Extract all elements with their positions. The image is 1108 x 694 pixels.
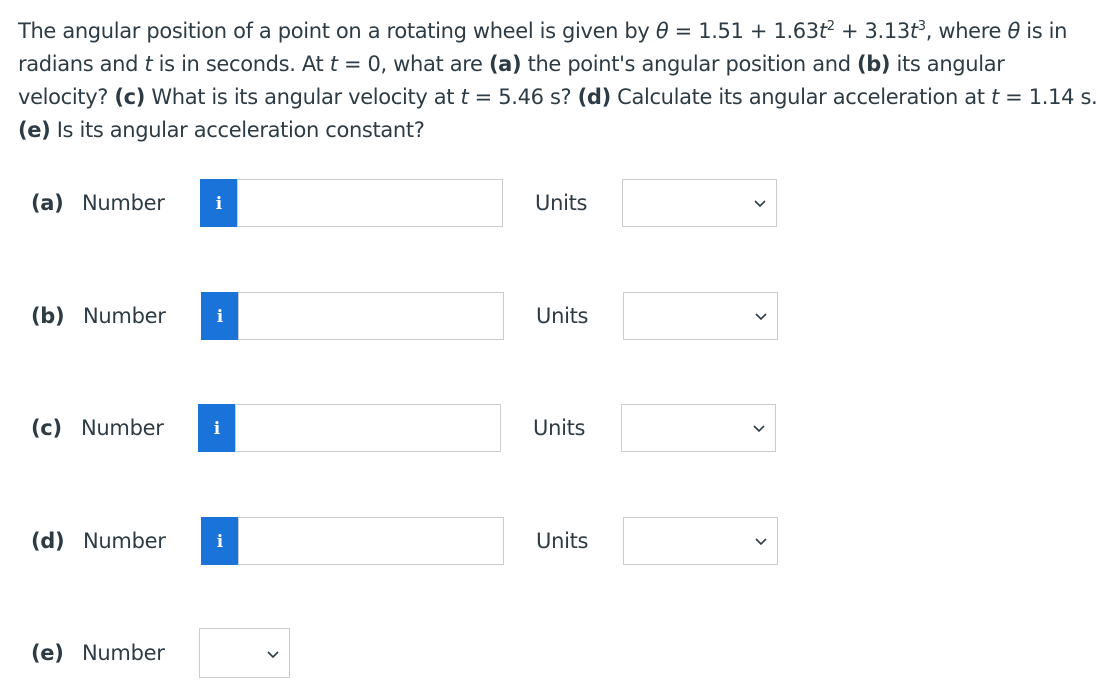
units-select-d[interactable] bbox=[623, 517, 778, 565]
answer-row-a: (a) Number i Units bbox=[0, 177, 1108, 229]
part-marker: (c) bbox=[114, 85, 145, 109]
answer-row-d: (d) Number i Units bbox=[0, 515, 1108, 567]
question-fragment: , where bbox=[925, 19, 1008, 43]
chevron-down-icon bbox=[754, 200, 766, 208]
question-fragment: = 1.14 s. bbox=[998, 85, 1098, 109]
part-marker: (e) bbox=[18, 118, 51, 142]
number-label: Number bbox=[82, 191, 165, 215]
chevron-down-icon bbox=[267, 651, 279, 659]
number-label: Number bbox=[82, 641, 165, 665]
info-icon[interactable]: i bbox=[201, 517, 239, 565]
theta-symbol: θ bbox=[655, 19, 669, 43]
t-variable: t bbox=[990, 85, 999, 109]
units-select-c[interactable] bbox=[621, 404, 776, 452]
question-fragment: = 5.46 s? bbox=[468, 85, 578, 109]
question-fragment: The angular position of a point on a rot… bbox=[18, 19, 656, 43]
units-label: Units bbox=[536, 304, 589, 328]
units-label: Units bbox=[535, 191, 588, 215]
number-input-b[interactable] bbox=[238, 292, 504, 340]
number-input-d[interactable] bbox=[238, 517, 504, 565]
question-text: The angular position of a point on a rot… bbox=[18, 15, 1098, 147]
units-label: Units bbox=[536, 529, 589, 553]
info-icon[interactable]: i bbox=[200, 179, 238, 227]
equation-fragment: + 3.13 bbox=[834, 19, 910, 43]
part-marker: (d) bbox=[577, 85, 612, 109]
equation-fragment: = 1.51 + 1.63 bbox=[668, 19, 820, 43]
answer-row-b: (b) Number i Units bbox=[0, 290, 1108, 342]
t-variable: t bbox=[909, 19, 918, 43]
answer-row-c: (c) Number i Units bbox=[0, 402, 1108, 454]
units-label: Units bbox=[533, 416, 586, 440]
question-fragment: Calculate its angular acceleration at bbox=[610, 85, 991, 109]
part-label: (d) bbox=[31, 529, 65, 553]
question-fragment: = 0, what are bbox=[337, 52, 489, 76]
question-fragment: the point's angular position and bbox=[521, 52, 857, 76]
theta-symbol: θ bbox=[1007, 19, 1020, 43]
number-label: Number bbox=[83, 529, 166, 553]
chevron-down-icon bbox=[755, 538, 767, 546]
number-label: Number bbox=[83, 304, 166, 328]
part-label: (e) bbox=[31, 641, 64, 665]
units-select-b[interactable] bbox=[623, 292, 778, 340]
part-marker: (a) bbox=[488, 52, 522, 76]
units-select-a[interactable] bbox=[622, 179, 777, 227]
t-variable: t bbox=[818, 19, 827, 43]
part-label: (a) bbox=[31, 191, 64, 215]
number-input-c[interactable] bbox=[235, 404, 501, 452]
answer-row-e: (e) Number bbox=[0, 627, 1108, 679]
question-fragment: What is its angular velocity at bbox=[145, 85, 461, 109]
part-marker: (b) bbox=[857, 52, 891, 76]
question-fragment: is in seconds. At bbox=[152, 52, 330, 76]
t-variable: t bbox=[329, 52, 338, 76]
exponent: 2 bbox=[826, 19, 835, 34]
answer-select-e[interactable] bbox=[199, 628, 290, 678]
part-label: (c) bbox=[31, 416, 62, 440]
part-label: (b) bbox=[31, 304, 65, 328]
number-label: Number bbox=[81, 416, 164, 440]
info-icon[interactable]: i bbox=[198, 404, 236, 452]
number-input-a[interactable] bbox=[237, 179, 503, 227]
chevron-down-icon bbox=[755, 313, 767, 321]
info-icon[interactable]: i bbox=[201, 292, 239, 340]
exponent: 3 bbox=[917, 19, 926, 34]
question-fragment: Is its angular acceleration constant? bbox=[50, 118, 425, 142]
chevron-down-icon bbox=[753, 425, 765, 433]
